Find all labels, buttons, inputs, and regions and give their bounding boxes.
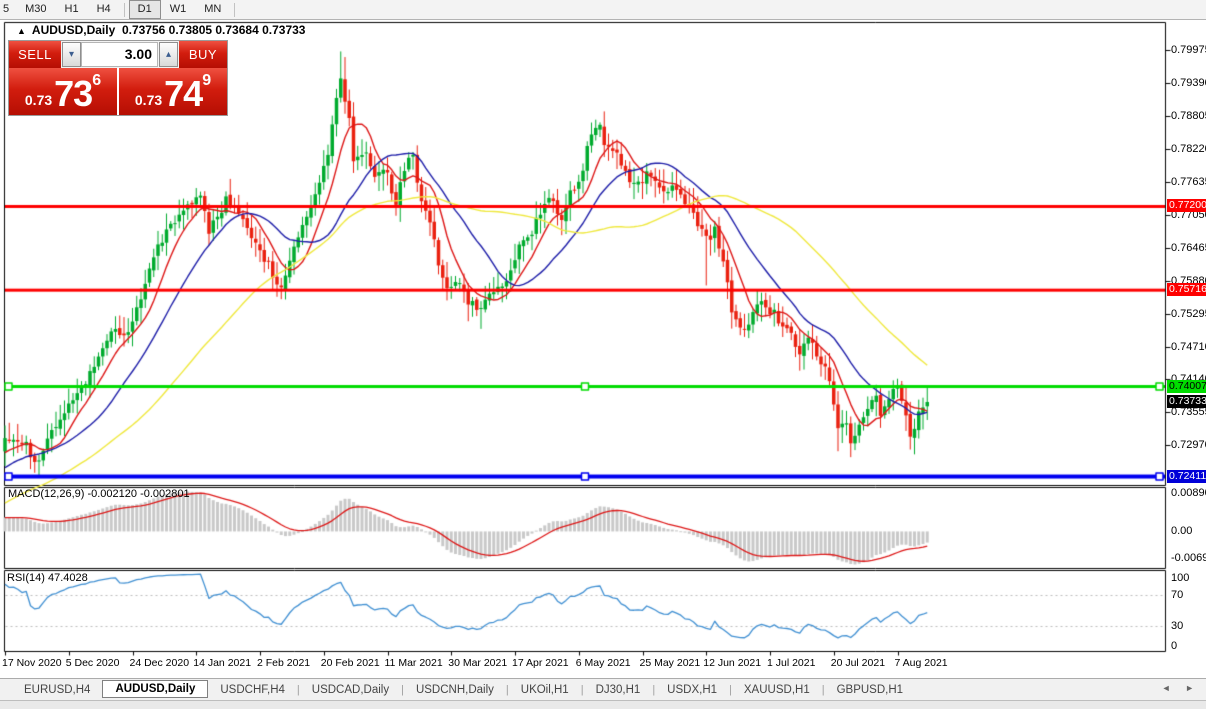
sell-button[interactable]: SELL [9, 41, 61, 68]
macd-axis-bottom: -0.00697 [1171, 552, 1206, 564]
price-tick: 0.75295 [1171, 307, 1206, 320]
macd-axis-zero: 0.00 [1171, 525, 1193, 538]
chart-tab-EURUSD-H4[interactable]: EURUSD,H4 [12, 682, 102, 698]
date-tick-11-Mar-2021: 11 Mar 2021 [384, 657, 443, 669]
chart-tab-USDX-H1[interactable]: USDX,H1 [655, 682, 729, 698]
volume-increase-button[interactable]: ▴ [159, 42, 178, 67]
timeframe-button-5[interactable]: 5 [0, 0, 16, 19]
price-badge-0.77200: 0.77200 [1167, 199, 1206, 213]
buy-button[interactable]: BUY [179, 41, 227, 68]
chart-symbol-period: AUDUSD,Daily [31, 23, 116, 37]
price-tick: 0.78220 [1171, 142, 1206, 155]
date-tick-24-Dec-2020: 24 Dec 2020 [129, 657, 190, 669]
chart-tab-AUDUSD-Daily[interactable]: AUDUSD,Daily [102, 680, 209, 698]
date-tick-1-Jul-2021: 1 Jul 2021 [767, 657, 816, 669]
macd-label: MACD(12,26,9) -0.002120 -0.002801 [8, 488, 190, 500]
price-tick: 0.77635 [1171, 175, 1206, 188]
date-tick-25-May-2021: 25 May 2021 [639, 657, 701, 669]
chart-tab-USDCHF-H4[interactable]: USDCHF,H4 [208, 682, 297, 698]
buy-price-prefix: 0.73 [134, 92, 163, 108]
chart-tab-UKOil-H1[interactable]: UKOil,H1 [509, 682, 581, 698]
buy-price-pip: 9 [202, 72, 212, 89]
chart-tab-DJ30-H1[interactable]: DJ30,H1 [584, 682, 653, 698]
date-tick-20-Feb-2021: 20 Feb 2021 [320, 657, 380, 669]
price-tick: 0.78805 [1171, 109, 1206, 122]
date-tick-14-Jan-2021: 14 Jan 2021 [193, 657, 252, 669]
timeframe-toolbar: 5 M30 H1 H4 D1 W1 MN [0, 0, 1206, 20]
price-badge-0.75716: 0.75716 [1167, 283, 1206, 297]
date-tick-2-Feb-2021: 2 Feb 2021 [257, 657, 311, 669]
price-badge-0.74007: 0.74007 [1167, 379, 1206, 393]
price-badge-0.72411: 0.72411 [1167, 469, 1206, 483]
sell-price-pip: 6 [92, 72, 102, 89]
rsi-tick-30: 30 [1171, 620, 1184, 633]
date-tick-20-Jul-2021: 20 Jul 2021 [830, 657, 886, 669]
sell-price-main: 73 [54, 73, 93, 114]
timeframe-button-H1[interactable]: H1 [56, 0, 88, 19]
price-badge-0.73733: 0.73733 [1167, 394, 1206, 408]
chart-tab-USDCAD-Daily[interactable]: USDCAD,Daily [300, 682, 401, 698]
one-click-trade-panel: SELL ▾ 3.00 ▴ BUY 0.73 73 6 0.73 74 9 [8, 40, 228, 116]
chart-ohlc-values: 0.73756 0.73805 0.73684 0.73733 [121, 23, 306, 37]
rsi-tick-100: 100 [1171, 571, 1190, 584]
chart-tab-GBPUSD-H1[interactable]: GBPUSD,H1 [825, 682, 915, 698]
chevron-down-icon: ▾ [68, 49, 75, 60]
tab-scroll-arrows[interactable]: ◄ ► [1162, 683, 1200, 693]
bottom-scrollbar-strip[interactable] [0, 700, 1206, 709]
date-tick-12-Jun-2021: 12 Jun 2021 [703, 657, 762, 669]
timeframe-button-D1[interactable]: D1 [128, 0, 161, 19]
rsi-tick-70: 70 [1171, 588, 1184, 601]
macd-axis-top: 0.008903 [1171, 487, 1206, 499]
chart-tab-XAUUSD-H1[interactable]: XAUUSD,H1 [732, 682, 822, 698]
volume-input[interactable]: 3.00 [81, 42, 158, 67]
volume-spinner: ▾ 3.00 ▴ [61, 41, 179, 68]
buy-price-main: 74 [164, 73, 203, 114]
date-tick-17-Nov-2020: 17 Nov 2020 [2, 657, 62, 669]
chevron-up-icon: ▴ [165, 49, 172, 60]
chart-tab-bar: EURUSD,H4 AUDUSD,Daily USDCHF,H4 | USDCAD,Da… [0, 678, 1206, 700]
toolbar-separator [123, 2, 125, 17]
date-tick-30-Mar-2021: 30 Mar 2021 [448, 657, 508, 669]
chart-canvas[interactable] [0, 20, 1206, 678]
price-tick: 0.79390 [1171, 76, 1206, 89]
rsi-label: RSI(14) 47.4028 [7, 572, 88, 584]
date-tick-17-Apr-2021: 17 Apr 2021 [512, 657, 569, 669]
timeframe-button-W1[interactable]: W1 [161, 0, 196, 19]
price-tick: 0.74710 [1171, 340, 1206, 353]
timeframe-button-MN[interactable]: MN [195, 0, 230, 19]
sell-price-button[interactable]: 0.73 73 6 [9, 68, 117, 115]
chart-ohlc-title: ▲ AUDUSD,Daily 0.73756 0.73805 0.73684 0.… [17, 23, 305, 37]
buy-price-button[interactable]: 0.73 74 9 [119, 68, 227, 115]
chart-tab-USDCNH-Daily[interactable]: USDCNH,Daily [404, 682, 506, 698]
chart-region: ▲ AUDUSD,Daily 0.73756 0.73805 0.73684 0.… [0, 20, 1206, 678]
price-tick: 0.72970 [1171, 439, 1206, 451]
price-tick: 0.76465 [1171, 241, 1206, 254]
timeframe-button-M30[interactable]: M30 [16, 0, 55, 19]
date-tick-6-May-2021: 6 May 2021 [575, 657, 631, 669]
volume-decrease-button[interactable]: ▾ [62, 42, 81, 67]
toolbar-separator [234, 2, 236, 17]
price-tick: 0.79975 [1171, 43, 1206, 56]
timeframe-button-H4[interactable]: H4 [88, 0, 120, 19]
trading-app-window: 5 M30 H1 H4 D1 W1 MN ▲ AUDUSD,Daily 0.73756 0.7… [0, 0, 1206, 709]
symbol-marker-icon: ▲ [17, 26, 26, 36]
rsi-tick-0: 0 [1171, 639, 1178, 652]
sell-price-prefix: 0.73 [24, 92, 53, 108]
date-tick-5-Dec-2020: 5 Dec 2020 [65, 657, 120, 669]
date-tick-7-Aug-2021: 7 Aug 2021 [894, 657, 948, 669]
